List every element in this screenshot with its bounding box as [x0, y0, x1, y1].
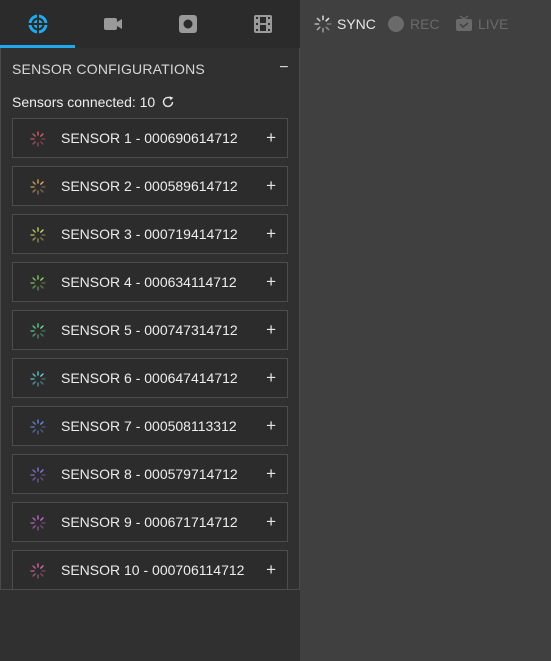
- panel-header: SENSOR CONFIGURATIONS −: [12, 59, 292, 79]
- sensor-item[interactable]: SENSOR 3 - 000719414712 +: [12, 214, 288, 254]
- connected-status: Sensors connected: 10: [12, 93, 175, 111]
- sensor-label: SENSOR 3 - 000719414712: [61, 226, 238, 242]
- video-camera-icon: [103, 18, 122, 30]
- tab-film[interactable]: [225, 0, 300, 48]
- sensor-item[interactable]: SENSOR 5 - 000747314712 +: [12, 310, 288, 350]
- tab-sensors[interactable]: [0, 0, 75, 48]
- sensor-icon: [27, 14, 48, 34]
- expand-sensor-button[interactable]: +: [266, 512, 276, 532]
- refresh-icon[interactable]: [161, 95, 175, 109]
- live-label: LIVE: [478, 16, 509, 32]
- expand-sensor-button[interactable]: +: [266, 128, 276, 148]
- tab-bar: [0, 0, 300, 48]
- expand-sensor-button[interactable]: +: [266, 224, 276, 244]
- sensor-label: SENSOR 7 - 000508113312: [61, 418, 237, 434]
- sensor-spinner-icon: [30, 515, 46, 531]
- live-button[interactable]: LIVE: [455, 14, 508, 34]
- expand-sensor-button[interactable]: +: [266, 320, 276, 340]
- sensor-label: SENSOR 9 - 000671714712: [61, 514, 238, 530]
- sensor-config-panel: SENSOR CONFIGURATIONS − Sensors connecte…: [0, 48, 300, 590]
- sensor-label: SENSOR 8 - 000579714712: [61, 466, 238, 482]
- sensor-spinner-icon: [30, 371, 46, 387]
- sensor-item[interactable]: SENSOR 8 - 000579714712 +: [12, 454, 288, 494]
- sensor-spinner-icon: [30, 419, 46, 435]
- sensor-spinner-icon: [30, 563, 46, 579]
- expand-sensor-button[interactable]: +: [266, 272, 276, 292]
- expand-sensor-button[interactable]: +: [266, 176, 276, 196]
- sensor-item[interactable]: SENSOR 9 - 000671714712 +: [12, 502, 288, 542]
- left-panel: SENSOR CONFIGURATIONS − Sensors connecte…: [0, 0, 300, 661]
- tab-video[interactable]: [75, 0, 150, 48]
- sensor-spinner-icon: [30, 275, 46, 291]
- sensor-label: SENSOR 5 - 000747314712: [61, 322, 238, 338]
- film-icon: [253, 15, 272, 33]
- rec-label: REC: [410, 16, 440, 32]
- sensor-item[interactable]: SENSOR 7 - 000508113312 +: [12, 406, 288, 446]
- expand-sensor-button[interactable]: +: [266, 464, 276, 484]
- connected-count-label: Sensors connected: 10: [12, 94, 156, 110]
- sensor-label: SENSOR 10 - 000706114712: [61, 562, 245, 578]
- sync-spinner-icon: [314, 15, 332, 33]
- record-dot-icon: [388, 16, 404, 32]
- sensor-item[interactable]: SENSOR 2 - 000589614712 +: [12, 166, 288, 206]
- sync-label: SYNC: [337, 16, 376, 32]
- sensor-item[interactable]: SENSOR 1 - 000690614712 +: [12, 118, 288, 158]
- sensor-spinner-icon: [30, 131, 46, 147]
- panel-title: SENSOR CONFIGURATIONS: [12, 61, 205, 77]
- collapse-button[interactable]: −: [276, 59, 292, 79]
- rec-button[interactable]: REC: [387, 14, 440, 34]
- expand-sensor-button[interactable]: +: [266, 560, 276, 580]
- sensor-label: SENSOR 1 - 000690614712: [61, 130, 238, 146]
- tab-record[interactable]: [150, 0, 225, 48]
- sensor-item[interactable]: SENSOR 4 - 000634114712 +: [12, 262, 288, 302]
- expand-sensor-button[interactable]: +: [266, 368, 276, 388]
- sensor-label: SENSOR 6 - 000647414712: [61, 370, 238, 386]
- sensor-spinner-icon: [30, 179, 46, 195]
- sensor-spinner-icon: [30, 467, 46, 483]
- sensor-label: SENSOR 2 - 000589614712: [61, 178, 238, 194]
- sensor-spinner-icon: [30, 323, 46, 339]
- record-icon: [178, 15, 197, 33]
- sensor-list: SENSOR 1 - 000690614712 + SENSOR 2 - 00058…: [12, 118, 288, 598]
- sensor-item[interactable]: SENSOR 6 - 000647414712 +: [12, 358, 288, 398]
- sync-button[interactable]: SYNC: [314, 14, 376, 34]
- sensor-spinner-icon: [30, 227, 46, 243]
- expand-sensor-button[interactable]: +: [266, 416, 276, 436]
- live-tv-icon: [456, 15, 472, 31]
- sensor-item[interactable]: SENSOR 10 - 000706114712 +: [12, 550, 288, 590]
- sensor-label: SENSOR 4 - 000634114712: [61, 274, 237, 290]
